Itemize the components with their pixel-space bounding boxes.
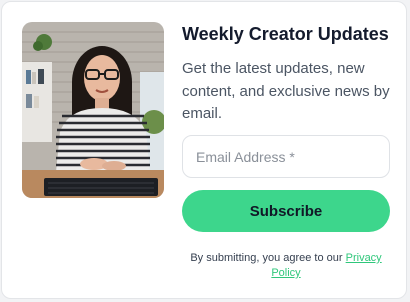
- subscribe-button[interactable]: Subscribe: [182, 190, 390, 232]
- card-description: Get the latest updates, new content, and…: [182, 60, 390, 122]
- card-title: Weekly Creator Updates: [182, 24, 389, 44]
- disclaimer: By submitting, you agree to our Privacy …: [178, 251, 394, 281]
- disclaimer-text: By submitting, you agree to our: [190, 252, 346, 264]
- newsletter-card: Weekly Creator Updates Get the latest up…: [1, 1, 407, 299]
- creator-photo: [22, 22, 164, 198]
- email-field[interactable]: [182, 135, 390, 178]
